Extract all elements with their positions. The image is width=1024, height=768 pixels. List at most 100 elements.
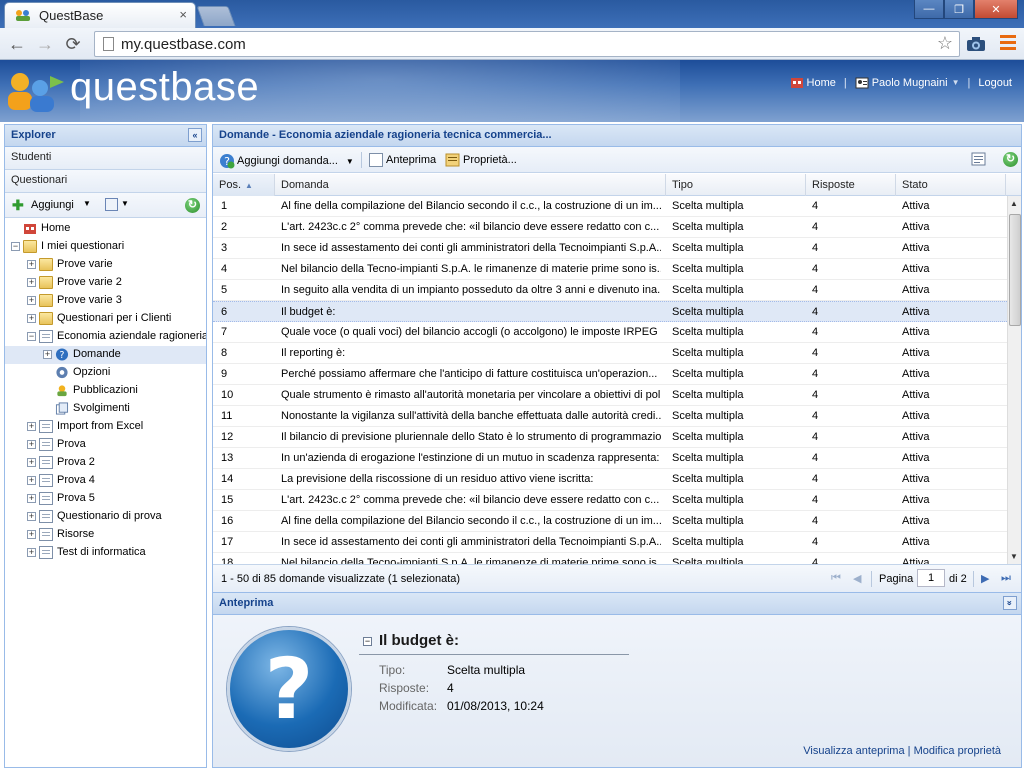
close-window-button[interactable]: ✕ bbox=[974, 0, 1018, 19]
chevron-down-icon[interactable]: ▼ bbox=[121, 199, 129, 208]
scroll-down-icon[interactable]: ▼ bbox=[1010, 552, 1018, 561]
browser-tab[interactable]: QuestBase × bbox=[4, 2, 196, 28]
tree-node[interactable]: + Prova 4 bbox=[5, 472, 206, 490]
tree-node[interactable]: − Economia aziendale ragioneria tecnica c… bbox=[5, 328, 206, 346]
expand-toggle-icon[interactable]: + bbox=[43, 350, 52, 359]
tree-node[interactable]: + Prova 5 bbox=[5, 490, 206, 508]
expand-toggle-icon[interactable]: + bbox=[27, 422, 36, 431]
tree-node[interactable]: + Questionario di prova bbox=[5, 508, 206, 526]
tree-node[interactable]: + Risorse bbox=[5, 526, 206, 544]
tree-node[interactable]: + Prova 2 bbox=[5, 454, 206, 472]
tree-node[interactable]: Pubblicazioni bbox=[5, 382, 206, 400]
user-menu[interactable]: Paolo Mugnaini bbox=[872, 77, 948, 89]
table-row[interactable]: 3 In sece id assestamento dei conti gli a… bbox=[213, 238, 1007, 259]
view-preview-link[interactable]: Visualizza anteprima bbox=[803, 745, 904, 757]
next-page-icon[interactable]: ▶ bbox=[981, 572, 989, 585]
column-domanda[interactable]: Domanda bbox=[275, 174, 666, 196]
expand-toggle-icon[interactable]: + bbox=[27, 476, 36, 485]
table-row[interactable]: 14 La previsione della riscossione di un … bbox=[213, 469, 1007, 490]
column-tipo[interactable]: Tipo bbox=[666, 174, 806, 196]
browser-menu-icon[interactable] bbox=[1000, 35, 1016, 53]
edit-properties-link[interactable]: Modifica proprietà bbox=[914, 745, 1001, 757]
expand-toggle-icon[interactable]: + bbox=[27, 458, 36, 467]
forward-icon[interactable]: → bbox=[34, 33, 56, 55]
collapse-explorer-button[interactable]: « bbox=[188, 128, 202, 142]
home-link[interactable]: Home bbox=[807, 77, 836, 89]
new-tab-button[interactable] bbox=[196, 6, 236, 26]
accordion-questionari[interactable]: Questionari bbox=[5, 170, 206, 193]
add-button[interactable]: Aggiungi bbox=[31, 199, 74, 211]
first-page-icon[interactable]: ⏮ bbox=[831, 572, 841, 585]
expand-toggle-icon[interactable]: + bbox=[27, 512, 36, 521]
table-row[interactable]: 11 Nonostante la vigilanza sull'attività … bbox=[213, 406, 1007, 427]
column-pos[interactable]: Pos. ▲ bbox=[213, 174, 275, 196]
back-icon[interactable]: ← bbox=[6, 33, 28, 55]
expand-toggle-icon[interactable]: + bbox=[27, 530, 36, 539]
refresh-grid-icon[interactable]: ↻ bbox=[1003, 152, 1018, 167]
view-options-icon[interactable] bbox=[105, 198, 118, 211]
expand-toggle-icon[interactable]: − bbox=[11, 242, 20, 251]
table-row[interactable]: 1 Al fine della compilazione del Bilancio… bbox=[213, 196, 1007, 217]
add-question-button[interactable]: ? Aggiungi domanda... ▼ bbox=[219, 153, 354, 169]
tree-node[interactable]: + Test di informatica bbox=[5, 544, 206, 562]
table-row[interactable]: 6 Il budget è: Scelta multipla 4 Attiva bbox=[213, 301, 1007, 322]
properties-button[interactable]: Proprietà... bbox=[445, 153, 517, 167]
refresh-tree-icon[interactable]: ↻ bbox=[185, 198, 200, 213]
expand-toggle-icon[interactable]: + bbox=[27, 278, 36, 287]
tree-node[interactable]: + Questionari per i Clienti bbox=[5, 310, 206, 328]
expand-toggle-icon[interactable]: + bbox=[27, 296, 36, 305]
tree-node[interactable]: + Prove varie 2 bbox=[5, 274, 206, 292]
collapse-preview-button[interactable]: » bbox=[1003, 596, 1017, 610]
tab-close-icon[interactable]: × bbox=[179, 7, 187, 22]
address-bar[interactable]: my.questbase.com ☆ bbox=[94, 31, 960, 57]
collapse-icon[interactable]: − bbox=[363, 637, 372, 646]
logout-link[interactable]: Logout bbox=[978, 77, 1012, 89]
prev-page-icon[interactable]: ◀ bbox=[853, 572, 861, 585]
chevron-down-icon[interactable]: ▼ bbox=[346, 157, 354, 166]
chevron-down-icon[interactable]: ▼ bbox=[952, 78, 960, 87]
table-row[interactable]: 8 Il reporting è: Scelta multipla 4 Attiva bbox=[213, 343, 1007, 364]
bookmark-star-icon[interactable]: ☆ bbox=[937, 33, 953, 54]
expand-toggle-icon[interactable]: + bbox=[27, 440, 36, 449]
column-settings-icon[interactable] bbox=[971, 152, 987, 167]
scrollbar-thumb[interactable] bbox=[1009, 214, 1021, 326]
table-row[interactable]: 16 Al fine della compilazione del Bilanci… bbox=[213, 511, 1007, 532]
expand-toggle-icon[interactable]: + bbox=[27, 548, 36, 557]
table-row[interactable]: 2 L'art. 2423c.c 2° comma prevede che: «i… bbox=[213, 217, 1007, 238]
expand-toggle-icon[interactable]: − bbox=[27, 332, 36, 341]
tree-node[interactable]: +? Domande bbox=[5, 346, 206, 364]
grid-scrollbar[interactable]: ▲ ▼ bbox=[1007, 196, 1021, 564]
tree-node[interactable]: + Prove varie 3 bbox=[5, 292, 206, 310]
table-row[interactable]: 13 In un'azienda di erogazione l'estinzio… bbox=[213, 448, 1007, 469]
table-row[interactable]: 18 Nel bilancio della Tecno-impianti S.p.… bbox=[213, 553, 1007, 564]
tree-node[interactable]: − I miei questionari bbox=[5, 238, 206, 256]
tree-node[interactable]: Opzioni bbox=[5, 364, 206, 382]
table-row[interactable]: 15 L'art. 2423c.c 2° comma prevede che: «… bbox=[213, 490, 1007, 511]
expand-toggle-icon[interactable]: + bbox=[27, 260, 36, 269]
tree-node[interactable]: + Prova bbox=[5, 436, 206, 454]
scroll-up-icon[interactable]: ▲ bbox=[1010, 199, 1018, 208]
camera-extension-icon[interactable] bbox=[966, 36, 986, 52]
last-page-icon[interactable]: ⏭ bbox=[1001, 572, 1011, 585]
table-row[interactable]: 5 In seguito alla vendita di un impianto … bbox=[213, 280, 1007, 301]
column-stato[interactable]: Stato bbox=[896, 174, 1006, 196]
tree-node[interactable]: Svolgimenti bbox=[5, 400, 206, 418]
add-icon[interactable]: ✚ bbox=[12, 198, 24, 212]
table-row[interactable]: 10 Quale strumento è rimasto all'autorità… bbox=[213, 385, 1007, 406]
minimize-button[interactable]: — bbox=[914, 0, 944, 19]
column-risposte[interactable]: Risposte bbox=[806, 174, 896, 196]
accordion-studenti[interactable]: Studenti bbox=[5, 147, 206, 170]
table-row[interactable]: 17 In sece id assestamento dei conti gli … bbox=[213, 532, 1007, 553]
page-input[interactable]: 1 bbox=[917, 569, 945, 587]
table-row[interactable]: 12 Il bilancio di previsione pluriennale … bbox=[213, 427, 1007, 448]
expand-toggle-icon[interactable]: + bbox=[27, 314, 36, 323]
reload-icon[interactable]: ⟳ bbox=[62, 33, 84, 55]
tree-node[interactable]: + Import from Excel bbox=[5, 418, 206, 436]
chevron-down-icon[interactable]: ▼ bbox=[83, 199, 91, 208]
table-row[interactable]: 7 Quale voce (o quali voci) del bilancio … bbox=[213, 322, 1007, 343]
tree-node[interactable]: + Prove varie bbox=[5, 256, 206, 274]
table-row[interactable]: 9 Perché possiamo affermare che l'anticip… bbox=[213, 364, 1007, 385]
preview-button[interactable]: Anteprima bbox=[369, 153, 436, 167]
table-row[interactable]: 4 Nel bilancio della Tecno-impianti S.p.A… bbox=[213, 259, 1007, 280]
maximize-button[interactable]: ❐ bbox=[944, 0, 974, 19]
